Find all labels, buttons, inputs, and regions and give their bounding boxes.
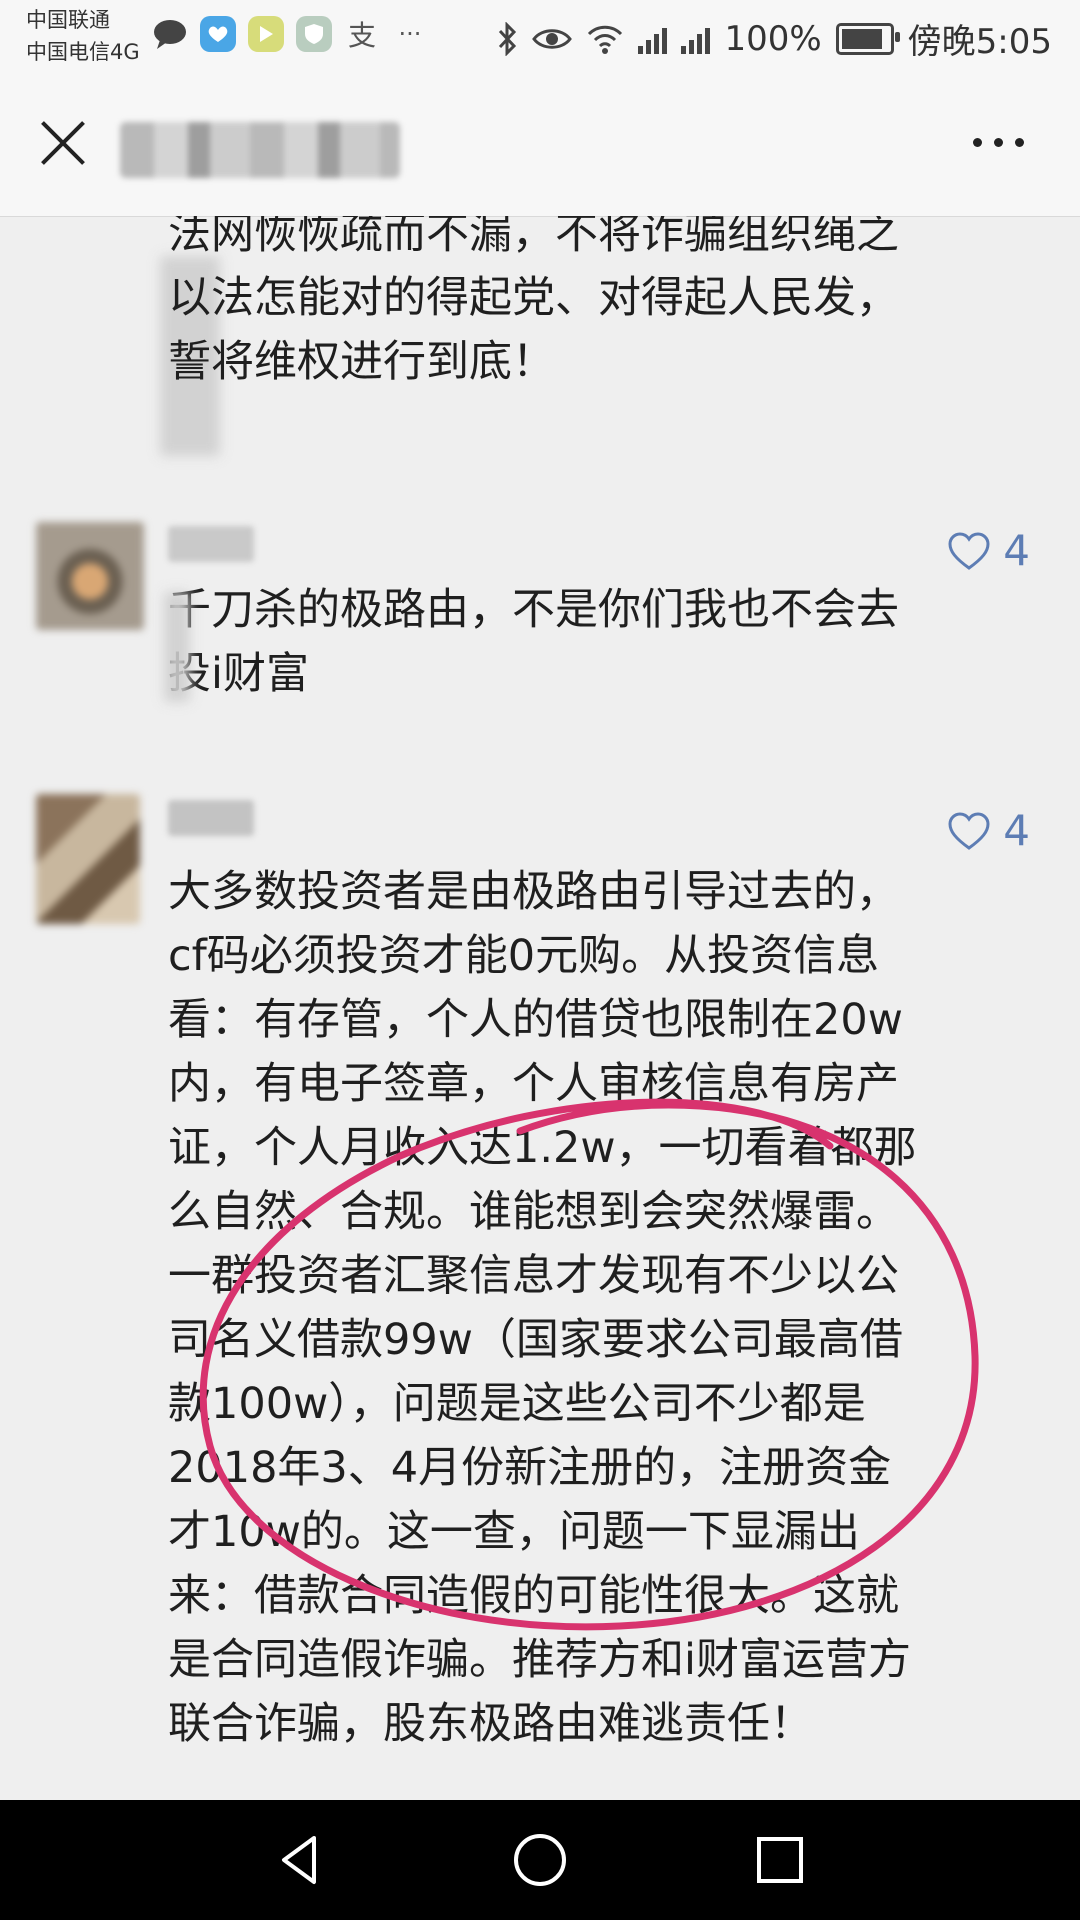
- signal-4g-icon: [681, 24, 711, 54]
- alipay-icon: 支: [347, 19, 376, 52]
- more-icon[interactable]: [973, 138, 1024, 147]
- like-count: 4: [1003, 526, 1030, 575]
- comment-line: 一群投资者汇聚信息才发现有不少以公: [168, 1251, 899, 1301]
- comment-text: 法网恢恢疏而不漏，不将诈骗组织绳之 以法怎能对的得起党、对得起人民发， 誓将维权…: [168, 216, 1028, 394]
- comment-list: 法网恢恢疏而不漏，不将诈骗组织绳之 以法怎能对的得起党、对得起人民发， 誓将维权…: [0, 216, 1080, 1800]
- signal-e-icon: [638, 24, 668, 54]
- comment-line: 是合同造假诈骗。推荐方和i财富运营方: [168, 1635, 911, 1685]
- comment-line: 内，有电子签章，个人审核信息有房产: [168, 1059, 899, 1109]
- comment-line: 证，个人月收入达1.2w，一切看着都那: [168, 1123, 917, 1173]
- status-time: 傍晚5:05: [907, 22, 1052, 62]
- username-redacted[interactable]: [168, 526, 254, 562]
- app-icon-play: [248, 16, 284, 52]
- navigation-bar: [0, 1800, 1080, 1920]
- battery-icon: [835, 22, 900, 55]
- comment-line: 才10w的。这一查，问题一下显漏出: [168, 1507, 860, 1557]
- comment-line: 投i财富: [168, 649, 309, 699]
- eye-icon: [532, 28, 573, 49]
- avatar[interactable]: [36, 794, 140, 924]
- more-notifications-icon: ···: [398, 20, 422, 48]
- heart-icon: [948, 531, 990, 570]
- comment-text: 大多数投资者是由极路由引导过去的， cf码必须投资才能0元购。从投资信息 看：有…: [168, 860, 1028, 1756]
- comment-line: cf码必须投资才能0元购。从投资信息: [168, 931, 880, 981]
- redaction-smudge: [164, 592, 190, 702]
- like-button[interactable]: 4: [947, 806, 1030, 855]
- notification-icons: 支 ···: [152, 16, 428, 52]
- recents-square-icon[interactable]: [750, 1830, 810, 1890]
- system-indicators: 100% 傍晚5:05: [496, 14, 1052, 63]
- app-icon-blue: [200, 16, 236, 52]
- comment-line: 看：有存管，个人的借贷也限制在20w: [168, 995, 903, 1045]
- comment-line: 么自然、合规。谁能想到会突然爆雷。: [168, 1187, 899, 1237]
- page-title-redacted: [120, 122, 400, 178]
- comment-line: 誓将维权进行到底！: [168, 337, 555, 387]
- back-triangle-icon[interactable]: [270, 1830, 330, 1890]
- home-circle-icon[interactable]: [510, 1830, 570, 1890]
- comment-line: 司名义借款99w（国家要求公司最高借: [168, 1315, 903, 1365]
- status-bar: 中国联通 中国电信4G 支 ··· 100% 傍晚5:05: [0, 0, 1080, 72]
- comment-line: 千刀杀的极路由，不是你们我也不会去: [168, 585, 899, 635]
- like-count: 4: [1003, 806, 1030, 855]
- comment-line: 法网恢恢疏而不漏，不将诈骗组织绳之: [168, 216, 899, 259]
- like-button[interactable]: 4: [947, 526, 1030, 575]
- comment-line: 大多数投资者是由极路由引导过去的，: [168, 867, 899, 917]
- comment-line: 联合诈骗，股东极路由难逃责任！: [168, 1699, 813, 1749]
- battery-percent: 100%: [724, 18, 822, 59]
- comment-text: 千刀杀的极路由，不是你们我也不会去 投i财富: [168, 578, 1028, 706]
- carrier-1: 中国联通: [26, 8, 110, 32]
- wifi-icon: [588, 25, 623, 54]
- title-bar: [0, 72, 1080, 217]
- username-redacted[interactable]: [168, 800, 254, 836]
- bluetooth-icon: [499, 21, 517, 56]
- carrier-2: 中国电信4G: [26, 40, 140, 64]
- avatar[interactable]: [36, 522, 144, 630]
- close-icon[interactable]: [36, 116, 90, 170]
- chat-bubble-icon: [152, 16, 188, 52]
- heart-icon: [948, 811, 990, 850]
- app-icon-shield: [296, 16, 332, 52]
- comment-line: 以法怎能对的得起党、对得起人民发，: [168, 273, 899, 323]
- comment-line: 来：借款合同造假的可能性很大。这就: [168, 1571, 899, 1621]
- comment-line: 2018年3、4月份新注册的，注册资金: [168, 1443, 892, 1493]
- comment-line: 款100w），问题是这些公司不少都是: [168, 1379, 866, 1429]
